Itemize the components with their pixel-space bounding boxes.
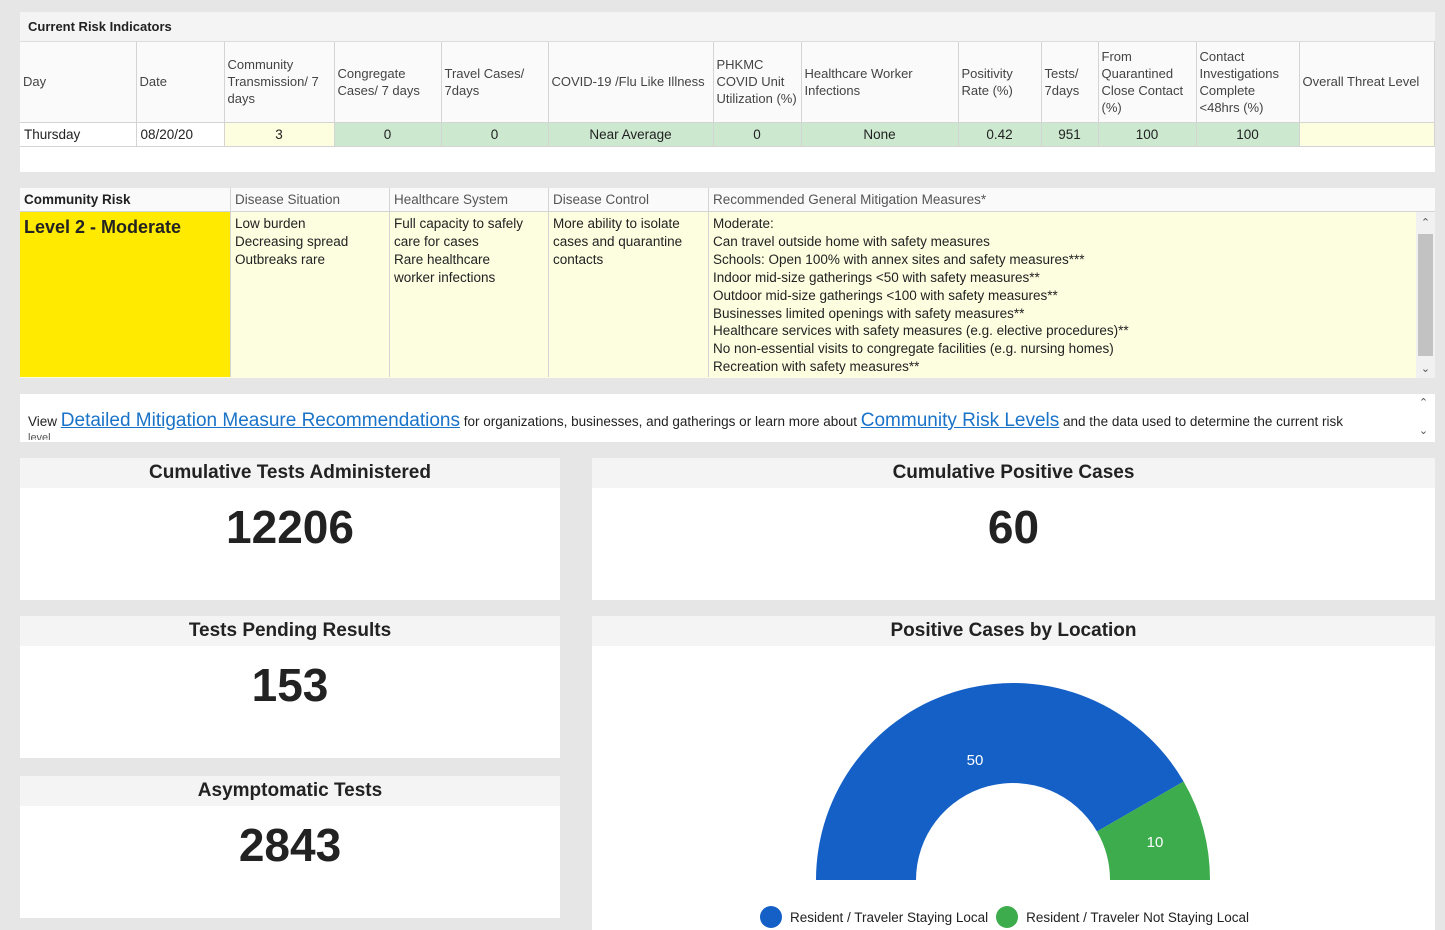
list-item: Outbreaks rare: [235, 251, 326, 267]
column-header: Day: [20, 42, 137, 123]
measures-scrollbar[interactable]: ⌃ ⌄: [1416, 212, 1435, 378]
column-header: PHKMC COVID Unit Utilization (%): [713, 42, 802, 123]
table-cell: 08/20/20: [136, 122, 225, 147]
list-item: No non-essential visits to congregate fa…: [713, 341, 1114, 357]
links-overflow-text: level: [28, 432, 51, 440]
list-item: Healthcare services with safety measures…: [713, 323, 1129, 339]
community-risk-panel: Community Risk Disease Situation Healthcar…: [20, 188, 1435, 378]
column-header: Overall Threat Level: [1299, 42, 1435, 123]
list-item: More ability to isolate: [553, 216, 680, 231]
list-item: care for cases: [394, 233, 479, 249]
card-title: Positive Cases by Location: [592, 616, 1435, 646]
list-item: Recreation with safety measures**: [713, 359, 920, 375]
cumulative-positive-card: Cumulative Positive Cases 60: [592, 458, 1435, 600]
scroll-up-icon[interactable]: ⌃: [1416, 216, 1435, 230]
card-value: 12206: [226, 501, 354, 553]
legend-swatch: [760, 906, 782, 928]
mitigation-measures-list: Moderate: Can travel outside home with sa…: [713, 215, 1412, 376]
community-risk-header: Community Risk Disease Situation Healthcar…: [20, 188, 1435, 212]
risk-column-header: Disease Control: [549, 188, 709, 211]
card-value: 60: [987, 501, 1040, 553]
table-cell: 0: [713, 122, 802, 147]
list-item: Indoor mid-size gatherings <50 with safe…: [713, 269, 1040, 285]
column-header: Date: [136, 42, 225, 123]
column-header: Congregate Cases/ 7 days: [334, 42, 442, 123]
list-item: Rare healthcare: [394, 251, 491, 267]
links-suffix: and the data used to determine the curre…: [1063, 414, 1343, 429]
community-risk-levels-link[interactable]: Community Risk Levels: [861, 410, 1060, 431]
list-item: Moderate:: [713, 216, 774, 231]
half-donut-chart: 50 10: [816, 683, 1210, 880]
list-item: contacts: [553, 251, 604, 267]
risk-column-header: Disease Situation: [231, 188, 390, 211]
column-header: Positivity Rate (%): [958, 42, 1042, 123]
asymptomatic-tests-card: Asymptomatic Tests 2843: [20, 776, 560, 918]
scroll-up-icon[interactable]: ⌃: [1414, 396, 1433, 410]
table-cell: None: [801, 122, 959, 147]
card-value: 153: [251, 659, 329, 711]
list-item: Full capacity to safely: [394, 216, 524, 231]
legend-label[interactable]: Resident / Traveler Staying Local: [790, 910, 988, 925]
tests-pending-card: Tests Pending Results 153: [20, 616, 560, 758]
card-title: Cumulative Positive Cases: [592, 458, 1435, 488]
card-title: Cumulative Tests Administered: [20, 458, 560, 488]
table-cell: 100: [1098, 122, 1197, 147]
list-item: Schools: Open 100% with annex sites and …: [713, 251, 1085, 267]
risk-indicators-table: Day Date Community Transmission/ 7 days Con…: [20, 42, 1435, 147]
links-middle: for organizations, businesses, and gathe…: [463, 414, 857, 429]
table-row: Thursday 08/20/20 3 0 0 Near Average 0 None 0.42…: [20, 122, 1435, 147]
card-title: Tests Pending Results: [20, 616, 560, 646]
scroll-down-icon[interactable]: ⌄: [1414, 424, 1433, 438]
list-item: worker infections: [394, 269, 496, 285]
column-header: Travel Cases/ 7days: [441, 42, 549, 123]
risk-indicators-panel: Current Risk Indicators Day Date Community…: [20, 12, 1435, 172]
column-header: Tests/ 7days: [1041, 42, 1099, 123]
disease-control-list: More ability to isolate cases and quarant…: [553, 215, 704, 269]
table-cell: 0: [441, 122, 549, 147]
table-cell: 0.42: [958, 122, 1042, 147]
mitigation-recommendations-link[interactable]: Detailed Mitigation Measure Recommendati…: [61, 410, 460, 431]
table-cell: 100: [1196, 122, 1300, 147]
list-item: Can travel outside home with safety meas…: [713, 233, 990, 249]
table-cell: 3: [224, 122, 335, 147]
cumulative-tests-card: Cumulative Tests Administered 12206: [20, 458, 560, 600]
healthcare-system-list: Full capacity to safely care for cases Rar…: [394, 215, 544, 287]
column-header: COVID-19 /Flu Like Illness: [548, 42, 714, 123]
table-cell: 0: [334, 122, 442, 147]
column-header: Healthcare Worker Infections: [801, 42, 959, 123]
column-header: Contact Investigations Complete <48hrs (…: [1196, 42, 1300, 123]
legend-label[interactable]: Resident / Traveler Not Staying Local: [1026, 910, 1249, 925]
list-item: Low burden: [235, 216, 306, 231]
table-header-row: Day Date Community Transmission/ 7 days Con…: [20, 42, 1435, 123]
list-item: cases and quarantine: [553, 233, 683, 249]
list-item: Businesses limited openings with safety …: [713, 305, 1025, 321]
list-item: Decreasing spread: [235, 233, 349, 249]
risk-level-cell: Level 2 - Moderate: [20, 212, 231, 377]
list-item: Outdoor mid-size gatherings <100 with sa…: [713, 287, 1058, 303]
card-value: 2843: [238, 819, 342, 871]
links-text: View Detailed Mitigation Measure Recomme…: [28, 410, 1343, 432]
risk-indicators-title: Current Risk Indicators: [20, 12, 1435, 42]
card-title: Asymptomatic Tests: [20, 776, 560, 806]
table-cell: Near Average: [548, 122, 714, 147]
risk-column-header: Recommended General Mitigation Measures*: [713, 192, 987, 207]
legend-swatch: [996, 906, 1019, 928]
disease-situation-list: Low burden Decreasing spread Outbreaks rar…: [235, 215, 385, 269]
table-cell: [1299, 122, 1435, 147]
table-cell: 951: [1041, 122, 1099, 147]
risk-column-header: Healthcare System: [390, 188, 549, 211]
positive-by-location-card: Positive Cases by Location 50 10 Resident…: [592, 616, 1435, 930]
scroll-down-icon[interactable]: ⌄: [1416, 362, 1435, 376]
slice-value-label: 10: [1147, 834, 1164, 851]
risk-column-header: Community Risk: [20, 188, 231, 211]
scrollbar-thumb[interactable]: [1418, 234, 1433, 356]
links-prefix: View: [28, 414, 58, 429]
chart-legend: Resident / Traveler Staying Local Residen…: [752, 906, 1249, 928]
community-risk-body: Level 2 - Moderate Low burden Decreasing …: [20, 212, 1435, 377]
column-header: Community Transmission/ 7 days: [224, 42, 335, 123]
column-header: From Quarantined Close Contact (%): [1098, 42, 1197, 123]
slice-value-label: 50: [967, 752, 984, 769]
table-cell: Thursday: [20, 122, 137, 147]
links-panel: View Detailed Mitigation Measure Recomme…: [20, 394, 1435, 442]
